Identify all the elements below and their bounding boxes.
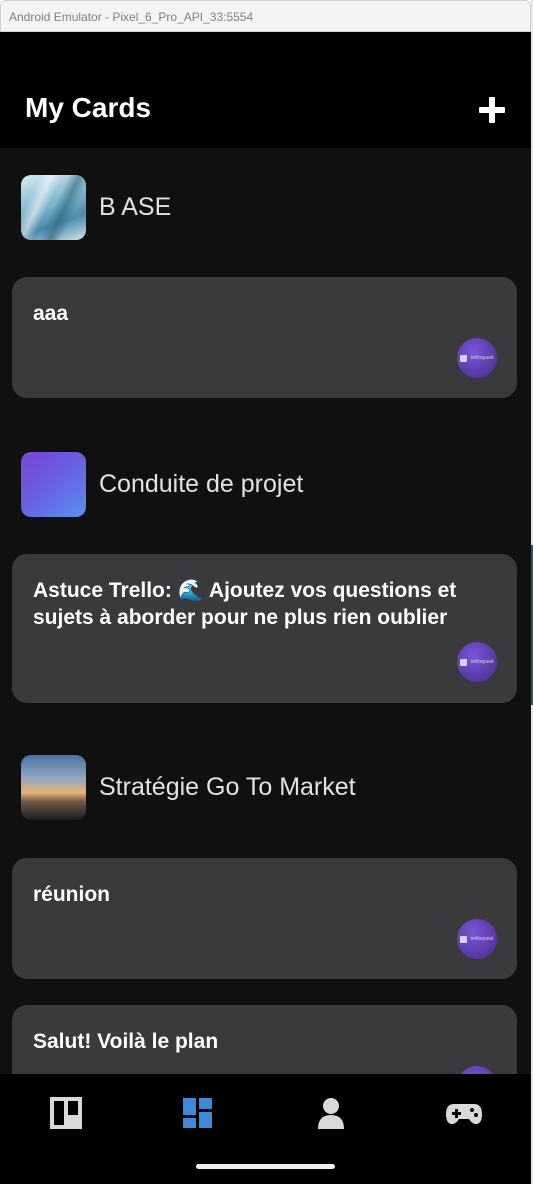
gamepad-icon	[446, 1104, 482, 1124]
nav-games[interactable]	[445, 1096, 483, 1130]
trelloquest-logo-icon	[460, 935, 468, 943]
board-header[interactable]: Conduite de projet	[21, 451, 303, 517]
board-thumbnail	[21, 754, 86, 820]
nav-profile[interactable]	[314, 1096, 348, 1130]
page-title: My Cards	[25, 92, 152, 123]
status-bar	[0, 32, 531, 72]
card-title: réunion	[33, 883, 110, 906]
cards-list[interactable]: B ASE aaa trelloquest Conduite de projet…	[0, 148, 531, 1074]
bottom-navigation	[0, 1074, 531, 1184]
card-item[interactable]: aaa trelloquest	[12, 277, 517, 398]
profile-icon	[318, 1098, 344, 1129]
member-avatar: trelloquest	[457, 919, 497, 959]
add-card-button[interactable]	[476, 94, 508, 126]
board-name: Stratégie Go To Market	[99, 772, 356, 801]
card-item[interactable]: Salut! Voilà le plan trelloquest	[12, 1005, 517, 1074]
board-thumbnail	[21, 451, 86, 517]
dashboard-icon	[183, 1098, 212, 1128]
card-title: Salut! Voilà le plan	[33, 1030, 219, 1053]
nav-boards[interactable]	[49, 1096, 83, 1130]
nav-dashboard[interactable]	[181, 1096, 215, 1130]
emulator-title: Android Emulator - Pixel_6_Pro_API_33:55…	[9, 10, 254, 24]
member-avatar: trelloquest	[457, 642, 497, 682]
home-indicator[interactable]	[196, 1164, 335, 1169]
card-title: aaa	[33, 302, 69, 325]
emulator-title-bar: Android Emulator - Pixel_6_Pro_API_33:55…	[0, 0, 531, 32]
card-item[interactable]: réunion trelloquest	[12, 858, 517, 979]
card-item[interactable]: Astuce Trello: 🌊 Ajoutez vos questions e…	[12, 554, 517, 703]
trelloquest-logo-icon	[460, 354, 468, 362]
board-thumbnail	[21, 174, 86, 240]
board-name: Conduite de projet	[99, 469, 304, 498]
phone-screen: My Cards B ASE aaa trelloquest Conduite …	[0, 32, 531, 1184]
board-header[interactable]: Stratégie Go To Market	[21, 754, 356, 820]
member-avatar: trelloquest	[457, 1066, 497, 1074]
board-name: B ASE	[99, 192, 172, 221]
app-bar: My Cards	[0, 72, 531, 148]
board-header[interactable]: B ASE	[21, 174, 171, 240]
boards-icon	[50, 1097, 82, 1129]
trelloquest-logo-icon	[460, 658, 468, 666]
card-title: Astuce Trello: 🌊 Ajoutez vos questions e…	[33, 579, 457, 629]
member-avatar: trelloquest	[457, 338, 497, 378]
